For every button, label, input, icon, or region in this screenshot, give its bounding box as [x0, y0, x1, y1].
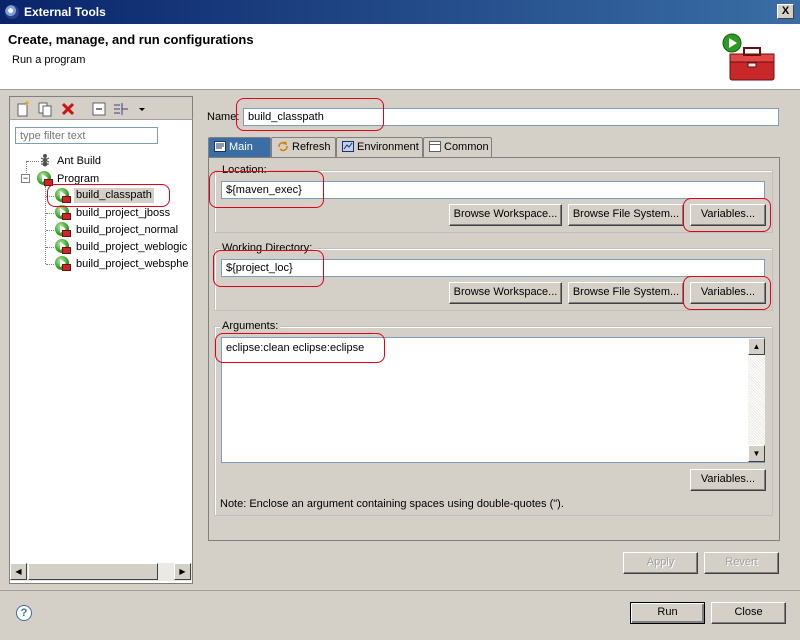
tab-environment-label: Environment [357, 141, 419, 153]
tab-main[interactable]: Main [208, 137, 271, 157]
scroll-right-icon[interactable]: ▶ [174, 563, 191, 580]
tab-refresh[interactable]: Refresh [271, 137, 336, 157]
tree-toolbar [9, 96, 193, 120]
annotation-highlight [236, 98, 384, 131]
duplicate-icon[interactable] [37, 101, 53, 117]
tree-item-build-project-websphere[interactable]: build_project_websphe [76, 258, 188, 270]
tree-horizontal-scrollbar[interactable]: ◀ ▶ [10, 563, 192, 581]
ant-build-icon [40, 154, 50, 167]
tree-line [45, 186, 46, 264]
tree-line [46, 213, 54, 214]
delete-icon[interactable] [60, 101, 76, 117]
annotation-highlight [683, 276, 771, 310]
tree-item-build-project-jboss[interactable]: build_project_jboss [76, 207, 170, 219]
scrollbar-track[interactable] [748, 355, 765, 445]
location-browse-filesystem-button[interactable]: Browse File System... [568, 204, 684, 226]
refresh-icon [278, 141, 288, 152]
tab-refresh-label: Refresh [292, 141, 331, 153]
toolbox-badge-icon [62, 264, 71, 271]
tree-line [46, 264, 54, 265]
apply-button[interactable]: Apply [623, 552, 698, 574]
annotation-highlight [213, 250, 324, 287]
title-bar: External Tools X [0, 0, 800, 24]
filter-input[interactable] [15, 127, 158, 144]
environment-icon [342, 141, 354, 152]
arguments-label: Arguments: [220, 320, 281, 332]
close-window-button[interactable]: X [777, 4, 794, 19]
config-tree-panel [9, 96, 193, 584]
tree-line [46, 247, 54, 248]
scroll-down-icon[interactable]: ▼ [748, 445, 765, 462]
toolbox-badge-icon [62, 247, 71, 254]
workdir-browse-filesystem-button[interactable]: Browse File System... [568, 282, 684, 304]
arguments-vertical-scrollbar[interactable]: ▲ ▼ [748, 338, 765, 462]
toolbox-badge-icon [62, 230, 71, 237]
tab-common-label: Common [444, 141, 489, 153]
annotation-highlight [47, 184, 170, 207]
location-browse-workspace-button[interactable]: Browse Workspace... [449, 204, 562, 226]
annotation-highlight [683, 198, 771, 232]
tree-item-build-project-normal[interactable]: build_project_normal [76, 224, 178, 236]
header-banner: Create, manage, and run configurations R… [0, 24, 800, 90]
tab-environment[interactable]: Environment [336, 137, 423, 157]
toolbox-badge-icon [62, 213, 71, 220]
footer-divider [0, 590, 800, 591]
annotation-highlight [215, 333, 385, 363]
scroll-up-icon[interactable]: ▲ [748, 338, 765, 355]
collapse-toggle-icon[interactable]: − [21, 174, 30, 183]
annotation-highlight [209, 171, 324, 208]
tree-line [46, 230, 54, 231]
scroll-left-icon[interactable]: ◀ [10, 563, 27, 580]
close-button[interactable]: Close [711, 602, 786, 624]
tree-item-build-project-weblogic[interactable]: build_project_weblogic [76, 241, 187, 253]
tab-main-label: Main [229, 141, 253, 153]
arguments-note: Note: Enclose an argument containing spa… [220, 498, 564, 510]
arguments-variables-button[interactable]: Variables... [690, 469, 766, 491]
run-button[interactable]: Run [630, 602, 705, 624]
toolbox-run-icon [722, 33, 775, 81]
main-tab-icon [214, 141, 226, 152]
collapse-all-icon[interactable] [91, 101, 107, 117]
filter-icon[interactable] [113, 101, 129, 117]
dropdown-arrow-icon[interactable] [134, 101, 150, 117]
help-icon[interactable]: ? [16, 605, 32, 621]
scrollbar-thumb[interactable] [28, 563, 158, 580]
name-label: Name: [207, 111, 240, 123]
eclipse-icon [5, 5, 19, 19]
common-icon [429, 141, 441, 152]
workdir-browse-workspace-button[interactable]: Browse Workspace... [449, 282, 562, 304]
banner-subtitle: Run a program [12, 54, 86, 66]
banner-title: Create, manage, and run configurations [8, 32, 254, 47]
tab-common[interactable]: Common [423, 137, 492, 157]
window-title: External Tools [24, 5, 106, 19]
new-config-icon[interactable] [15, 101, 31, 117]
tree-item-ant-build[interactable]: Ant Build [57, 155, 101, 167]
revert-button[interactable]: Revert [704, 552, 779, 574]
